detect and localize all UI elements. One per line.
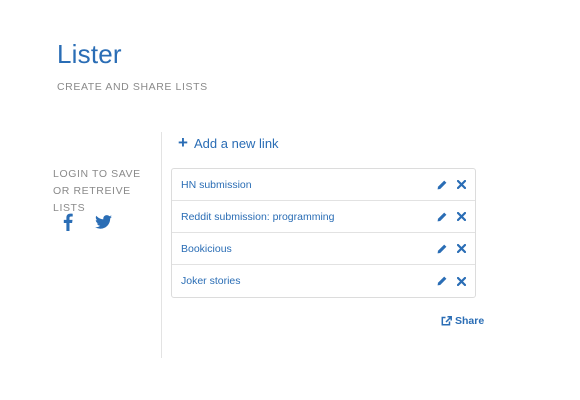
link-list: HN submission Reddit submission: program… (171, 168, 476, 298)
twitter-icon (95, 215, 112, 229)
list-item-link[interactable]: Reddit submission: programming (181, 211, 334, 223)
list-item: Joker stories (172, 265, 475, 297)
social-login-buttons (63, 213, 112, 231)
delete-button[interactable] (456, 212, 466, 222)
close-icon (456, 244, 466, 253)
edit-button[interactable] (437, 212, 447, 222)
page: Lister CREATE AND SHARE LISTS LOGIN TO S… (0, 0, 580, 400)
list-item-link[interactable]: Bookicious (181, 243, 232, 255)
list-item: HN submission (172, 169, 475, 201)
facebook-icon (63, 213, 73, 231)
list-item-actions (437, 244, 466, 254)
share-icon (441, 316, 452, 326)
close-icon (456, 212, 466, 221)
pencil-icon (437, 180, 447, 189)
list-item-actions (437, 212, 466, 222)
close-icon (456, 276, 466, 286)
edit-button[interactable] (437, 244, 447, 254)
column-divider (161, 132, 162, 358)
edit-button[interactable] (437, 276, 447, 286)
list-item-actions (437, 180, 466, 190)
share-button[interactable]: Share (441, 315, 484, 327)
add-link-label: Add a new link (194, 135, 279, 151)
pencil-icon (437, 244, 447, 253)
edit-button[interactable] (437, 180, 447, 190)
add-link-button[interactable]: + Add a new link (177, 133, 279, 152)
delete-button[interactable] (456, 244, 466, 254)
app-title: Lister (57, 39, 122, 69)
list-item-link[interactable]: HN submission (181, 179, 252, 191)
pencil-icon (437, 276, 447, 286)
pencil-icon (437, 212, 447, 221)
twitter-login-button[interactable] (95, 215, 112, 229)
list-item: Reddit submission: programming (172, 201, 475, 233)
list-item-link[interactable]: Joker stories (181, 275, 241, 287)
login-prompt: LOGIN TO SAVE OR RETREIVE LISTS (53, 168, 141, 214)
list-item-actions (437, 276, 466, 286)
close-icon (456, 180, 466, 189)
app-subtitle: CREATE AND SHARE LISTS (57, 81, 208, 93)
share-label: Share (455, 315, 485, 327)
plus-icon: + (178, 133, 188, 152)
delete-button[interactable] (456, 180, 466, 190)
delete-button[interactable] (456, 276, 466, 286)
list-item: Bookicious (172, 233, 475, 265)
facebook-login-button[interactable] (63, 213, 73, 231)
